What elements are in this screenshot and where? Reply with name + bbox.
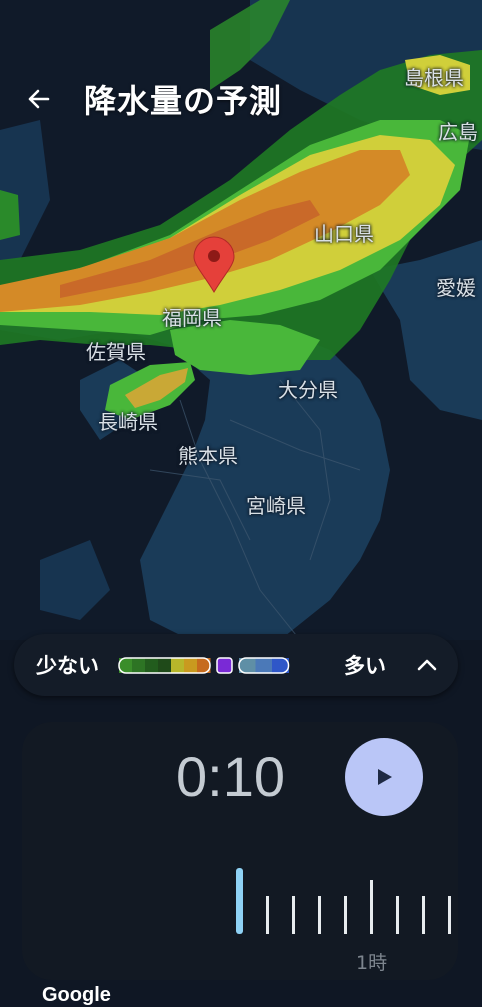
- timeline-tick: [448, 896, 451, 934]
- google-logo: Google: [42, 984, 111, 1006]
- timeline-tick: [266, 896, 269, 934]
- timeline-tick: [422, 896, 425, 934]
- legend-swatch: [145, 658, 159, 673]
- legend-swatch: [171, 658, 185, 673]
- timeline-slider[interactable]: [22, 862, 458, 952]
- legend-more-label: 多い: [344, 654, 386, 678]
- back-button[interactable]: [22, 82, 56, 116]
- playback-panel: 0:10 1時: [22, 722, 458, 980]
- map-label-fukuoka: 福岡県: [162, 306, 222, 330]
- timeline-tick: [396, 896, 399, 934]
- play-button[interactable]: [345, 738, 423, 816]
- app-header: 降水量の予測: [0, 70, 482, 130]
- page-title: 降水量の予測: [84, 82, 283, 120]
- legend-swatch: [132, 658, 146, 673]
- legend-swatch: [255, 658, 273, 673]
- legend-swatch: [158, 658, 172, 673]
- precipitation-legend[interactable]: 少ない 多い: [14, 634, 458, 696]
- legend-toggle-button[interactable]: [414, 652, 440, 678]
- map-label-miyazaki: 宮崎県: [246, 494, 306, 518]
- timeline-current-marker[interactable]: [236, 868, 243, 934]
- timeline-tick: [370, 880, 373, 934]
- legend-less-label: 少ない: [36, 654, 99, 678]
- legend-swatch: [216, 657, 233, 674]
- timeline-hour-label: 1時: [356, 952, 388, 974]
- chevron-up-icon: [417, 659, 437, 671]
- play-icon: [378, 769, 392, 785]
- legend-swatch: [184, 658, 198, 673]
- map-label-saga: 佐賀県: [86, 340, 146, 364]
- map-label-kumamoto: 熊本県: [178, 444, 238, 468]
- map-label-nagasaki: 長崎県: [98, 410, 158, 434]
- legend-color-scale: [118, 657, 290, 674]
- map-label-ehime: 愛媛: [436, 276, 476, 300]
- map-label-oita: 大分県: [278, 378, 338, 402]
- timeline-tick: [344, 896, 347, 934]
- forecast-time: 0:10: [176, 745, 285, 808]
- timeline-tick: [292, 896, 295, 934]
- arrow-left-icon: [28, 89, 50, 109]
- timeline-tick: [318, 896, 321, 934]
- map-label-yamaguchi: 山口県: [314, 222, 374, 246]
